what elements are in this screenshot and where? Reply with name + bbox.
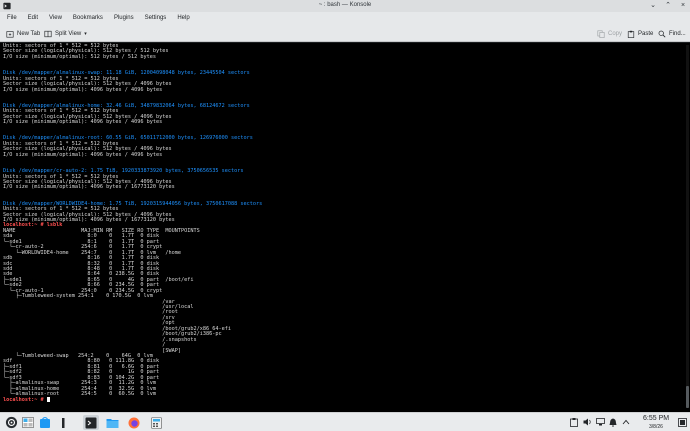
menu-file[interactable]: File — [7, 15, 17, 21]
window-titlebar[interactable]: ~ : bash — Konsole ⌄ ⌃ × — [0, 0, 690, 12]
menu-edit[interactable]: Edit — [28, 15, 38, 21]
new-tab-icon — [6, 30, 14, 38]
find-button[interactable]: Find... — [658, 28, 686, 39]
scrollbar-thumb[interactable] — [686, 386, 689, 408]
clock-date[interactable]: 3/8/26 — [649, 424, 663, 430]
show-desktop-icon[interactable] — [677, 417, 687, 427]
chevron-up-icon[interactable] — [621, 417, 631, 427]
volume-icon[interactable] — [582, 417, 592, 427]
menu-bookmarks[interactable]: Bookmarks — [73, 15, 103, 21]
clock-time[interactable]: 6:55 PM — [643, 415, 669, 422]
paste-label: Paste — [638, 30, 654, 37]
terminal-scrollbar[interactable] — [686, 45, 689, 408]
kde-launcher-icon[interactable] — [3, 415, 19, 430]
paste-icon — [627, 30, 635, 38]
split-view-button[interactable]: Split View ▾ — [44, 28, 87, 39]
copy-label: Copy — [608, 30, 623, 37]
search-icon — [658, 30, 666, 37]
taskbar: 6:55 PM 3/8/26 — [0, 412, 690, 431]
notifications-icon[interactable] — [608, 417, 618, 427]
menu-help[interactable]: Help — [177, 15, 189, 21]
chevron-down-icon: ▾ — [84, 30, 87, 37]
maximize-icon[interactable]: ⌃ — [664, 2, 672, 10]
terminal-output: Units: sectors of 1 * 512 = 512 bytes Sec… — [3, 43, 262, 404]
discover-icon[interactable] — [37, 415, 53, 430]
pipe-icon[interactable] — [55, 415, 71, 430]
new-tab-button[interactable]: New Tab — [6, 28, 40, 39]
network-icon[interactable] — [595, 417, 605, 427]
konsole-taskbar-icon[interactable] — [83, 415, 99, 430]
firefox-icon[interactable] — [126, 415, 142, 430]
copy-button[interactable]: Copy — [597, 28, 622, 39]
menu-settings[interactable]: Settings — [145, 15, 167, 21]
minimize-icon[interactable]: ⌄ — [649, 2, 657, 10]
split-view-label: Split View — [55, 30, 82, 37]
terminal-line: localhost:~ # — [3, 397, 262, 404]
toolbar: New Tab Split View ▾ Copy Paste Find... — [0, 24, 690, 42]
copy-icon — [597, 29, 605, 38]
terminal-view[interactable]: Units: sectors of 1 * 512 = 512 bytes Sec… — [0, 43, 690, 412]
menu-view[interactable]: View — [49, 15, 62, 21]
paste-button[interactable]: Paste — [627, 28, 653, 39]
close-icon[interactable]: × — [679, 2, 687, 10]
menu-bar: File Edit View Bookmarks Plugins Setting… — [0, 12, 690, 24]
window-title: ~ : bash — Konsole — [318, 2, 372, 8]
shell-prompt: localhost:~ # — [3, 397, 47, 404]
clipboard-icon[interactable] — [569, 417, 579, 427]
pager-icon[interactable] — [20, 415, 36, 430]
calculator-icon[interactable] — [148, 415, 164, 430]
menu-plugins[interactable]: Plugins — [114, 15, 134, 21]
find-label: Find... — [669, 30, 686, 37]
text-cursor — [46, 397, 50, 403]
new-tab-label: New Tab — [17, 30, 41, 37]
split-view-icon — [44, 30, 52, 37]
dolphin-icon[interactable] — [104, 415, 120, 430]
